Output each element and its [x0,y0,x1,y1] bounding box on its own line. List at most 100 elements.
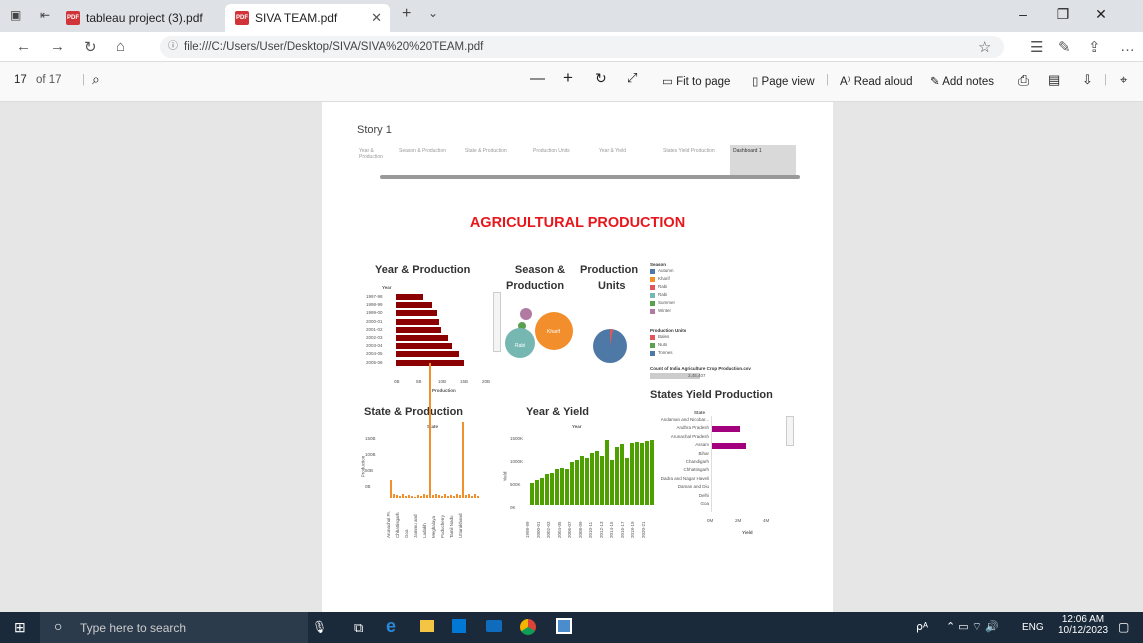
y-tick-label: 1000K [510,459,524,464]
year-tick-label: 1998-99 [525,521,530,538]
year-tick-label: 2005-06 [366,359,383,365]
restore-icon[interactable]: ❐ [1048,6,1078,23]
minimize-icon[interactable]: – [1008,6,1038,22]
back-icon[interactable]: ← [16,38,31,55]
production-bar [468,493,470,498]
yield-bar [605,439,609,505]
story-tab[interactable]: Year & Production [356,145,396,175]
save-as-icon[interactable]: ⇩ [1082,72,1093,88]
production-bar [399,496,401,498]
x-tick-label: 20B [482,379,491,384]
tab-list-icon[interactable]: ⇤ [40,8,50,22]
story-tab[interactable]: Production Units [530,145,596,175]
yield-bar [590,453,594,505]
production-bar [435,493,437,498]
expand-icon[interactable]: ⤢ [627,70,637,86]
pdf-icon: PDF [66,11,80,25]
chrome-icon[interactable] [520,619,536,635]
pen-icon[interactable]: ✎ [1058,38,1071,56]
state-tick-label: Chandigarh [685,459,709,464]
y-tick-label: 1500K [510,436,524,441]
address-bar: ← → ↻ ⌂ ⓘ file:///C:/Users/User/Desktop/… [0,32,1143,62]
zoom-in-icon[interactable]: + [563,68,573,88]
year-tick-label: 2020-21 [640,521,646,538]
photos-icon[interactable] [556,618,572,634]
mail-icon[interactable] [486,620,502,632]
tab-actions-icon[interactable]: ▣ [10,8,21,22]
story-tab[interactable]: Year & Yield [596,145,660,175]
count-title: Count of India Agriculture Crop Producti… [650,366,751,371]
story-tab[interactable]: Dashboard 1 [730,145,796,175]
x-axis-title: Yield [742,530,753,535]
chart-scrollbar[interactable] [786,416,794,446]
print-icon[interactable]: ⎙ [1018,72,1029,89]
state-tick-label: Chhattisgarh [395,512,400,538]
production-bar [396,294,423,300]
yield-bar [535,480,539,505]
dashboard-title: AGRICULTURAL PRODUCTION [469,215,686,231]
favorites-icon[interactable]: ☰ [1030,38,1043,56]
rotate-icon[interactable]: ↻ [595,70,607,87]
save-icon[interactable]: ▤ [1048,72,1060,88]
state-tick-label: Uttarakhand [458,513,463,538]
chart-scrollbar[interactable] [493,292,501,352]
add-notes-button[interactable]: ✎ Add notes [930,74,994,88]
language-indicator[interactable]: ENG [1022,622,1044,633]
state-tick-label: Jammu and [413,514,418,538]
tab-tableau-project[interactable]: PDF tableau project (3).pdf [66,4,216,32]
state-tick-label: Andhra Pradesh [676,425,709,431]
fit-to-page-button[interactable]: ▭ Fit to page [662,74,730,88]
share-icon[interactable]: ⇪ [1088,38,1101,56]
edge-icon[interactable]: e [386,616,396,637]
yield-bar [585,457,589,505]
page-view-button[interactable]: ▯ Page view [752,74,815,88]
notifications-icon[interactable]: ▢ [1118,620,1129,634]
microphone-icon[interactable]: 🎙 [312,620,327,634]
info-icon: ⓘ [168,41,178,52]
refresh-icon[interactable]: ↻ [84,38,97,56]
url-field[interactable]: ⓘ file:///C:/Users/User/Desktop/SIVA/SIV… [160,36,1004,58]
production-bar [396,495,398,498]
divider: | [1104,74,1107,86]
year-tick-label: 2008-09 [577,521,583,538]
x-tick-label: 5B [416,379,422,384]
more-icon[interactable]: … [1120,38,1135,55]
divider: | [826,74,829,86]
search-icon[interactable]: ⌕ [92,71,100,88]
chevron-down-icon[interactable]: ⌄ [428,6,438,20]
page-number-input[interactable]: 17 [14,74,27,86]
windows-start-icon[interactable]: ⊞ [14,619,26,636]
close-tab-icon[interactable]: ✕ [371,10,382,26]
favorite-star-icon[interactable]: ☆ [978,38,991,56]
count-value: 3,45,407 [688,373,706,378]
home-icon[interactable]: ⌂ [116,38,125,55]
story-tab[interactable]: States Yield Production [660,145,730,175]
production-bar [477,496,479,498]
state-tick-label: Chhattisgarh [683,467,709,473]
pin-toolbar-icon[interactable]: ⌖ [1120,72,1127,88]
close-window-icon[interactable]: ✕ [1086,6,1116,23]
yield-bar [540,478,544,505]
new-tab-icon[interactable]: + [402,5,411,23]
forward-icon[interactable]: → [50,38,65,55]
file-explorer-icon[interactable] [420,620,434,632]
pdf-viewer: Story 1 Year & Production Season & Produc… [0,102,1143,612]
store-icon[interactable] [452,619,466,633]
production-bar [396,318,439,325]
yield-bar [650,439,654,505]
system-tray-icons[interactable]: ⌃ ▭ ⌔ 🔊 [946,620,999,634]
read-aloud-button[interactable]: A⁾ Read aloud [840,74,913,88]
story-tab[interactable]: Season & Production [396,145,462,175]
year-tick-label: 2010-11 [588,521,593,538]
person-icon[interactable]: ⍴ᴬ [916,620,928,633]
production-bar [405,496,407,498]
clock[interactable]: 12:06 AM 10/12/2023 [1058,614,1108,636]
production-bar [423,493,425,498]
tab-siva-team[interactable]: PDF SIVA TEAM.pdf ✕ [225,4,390,32]
state-tick-label: Daman and Diu [677,484,709,490]
task-view-icon[interactable]: ⧉ [354,620,363,636]
year-production-title: Year & Production [375,264,471,276]
taskbar-search[interactable]: ○ Type here to search 🎙 [40,612,327,643]
story-tab[interactable]: State & Production [462,145,530,175]
zoom-out-icon[interactable]: — [530,70,545,87]
